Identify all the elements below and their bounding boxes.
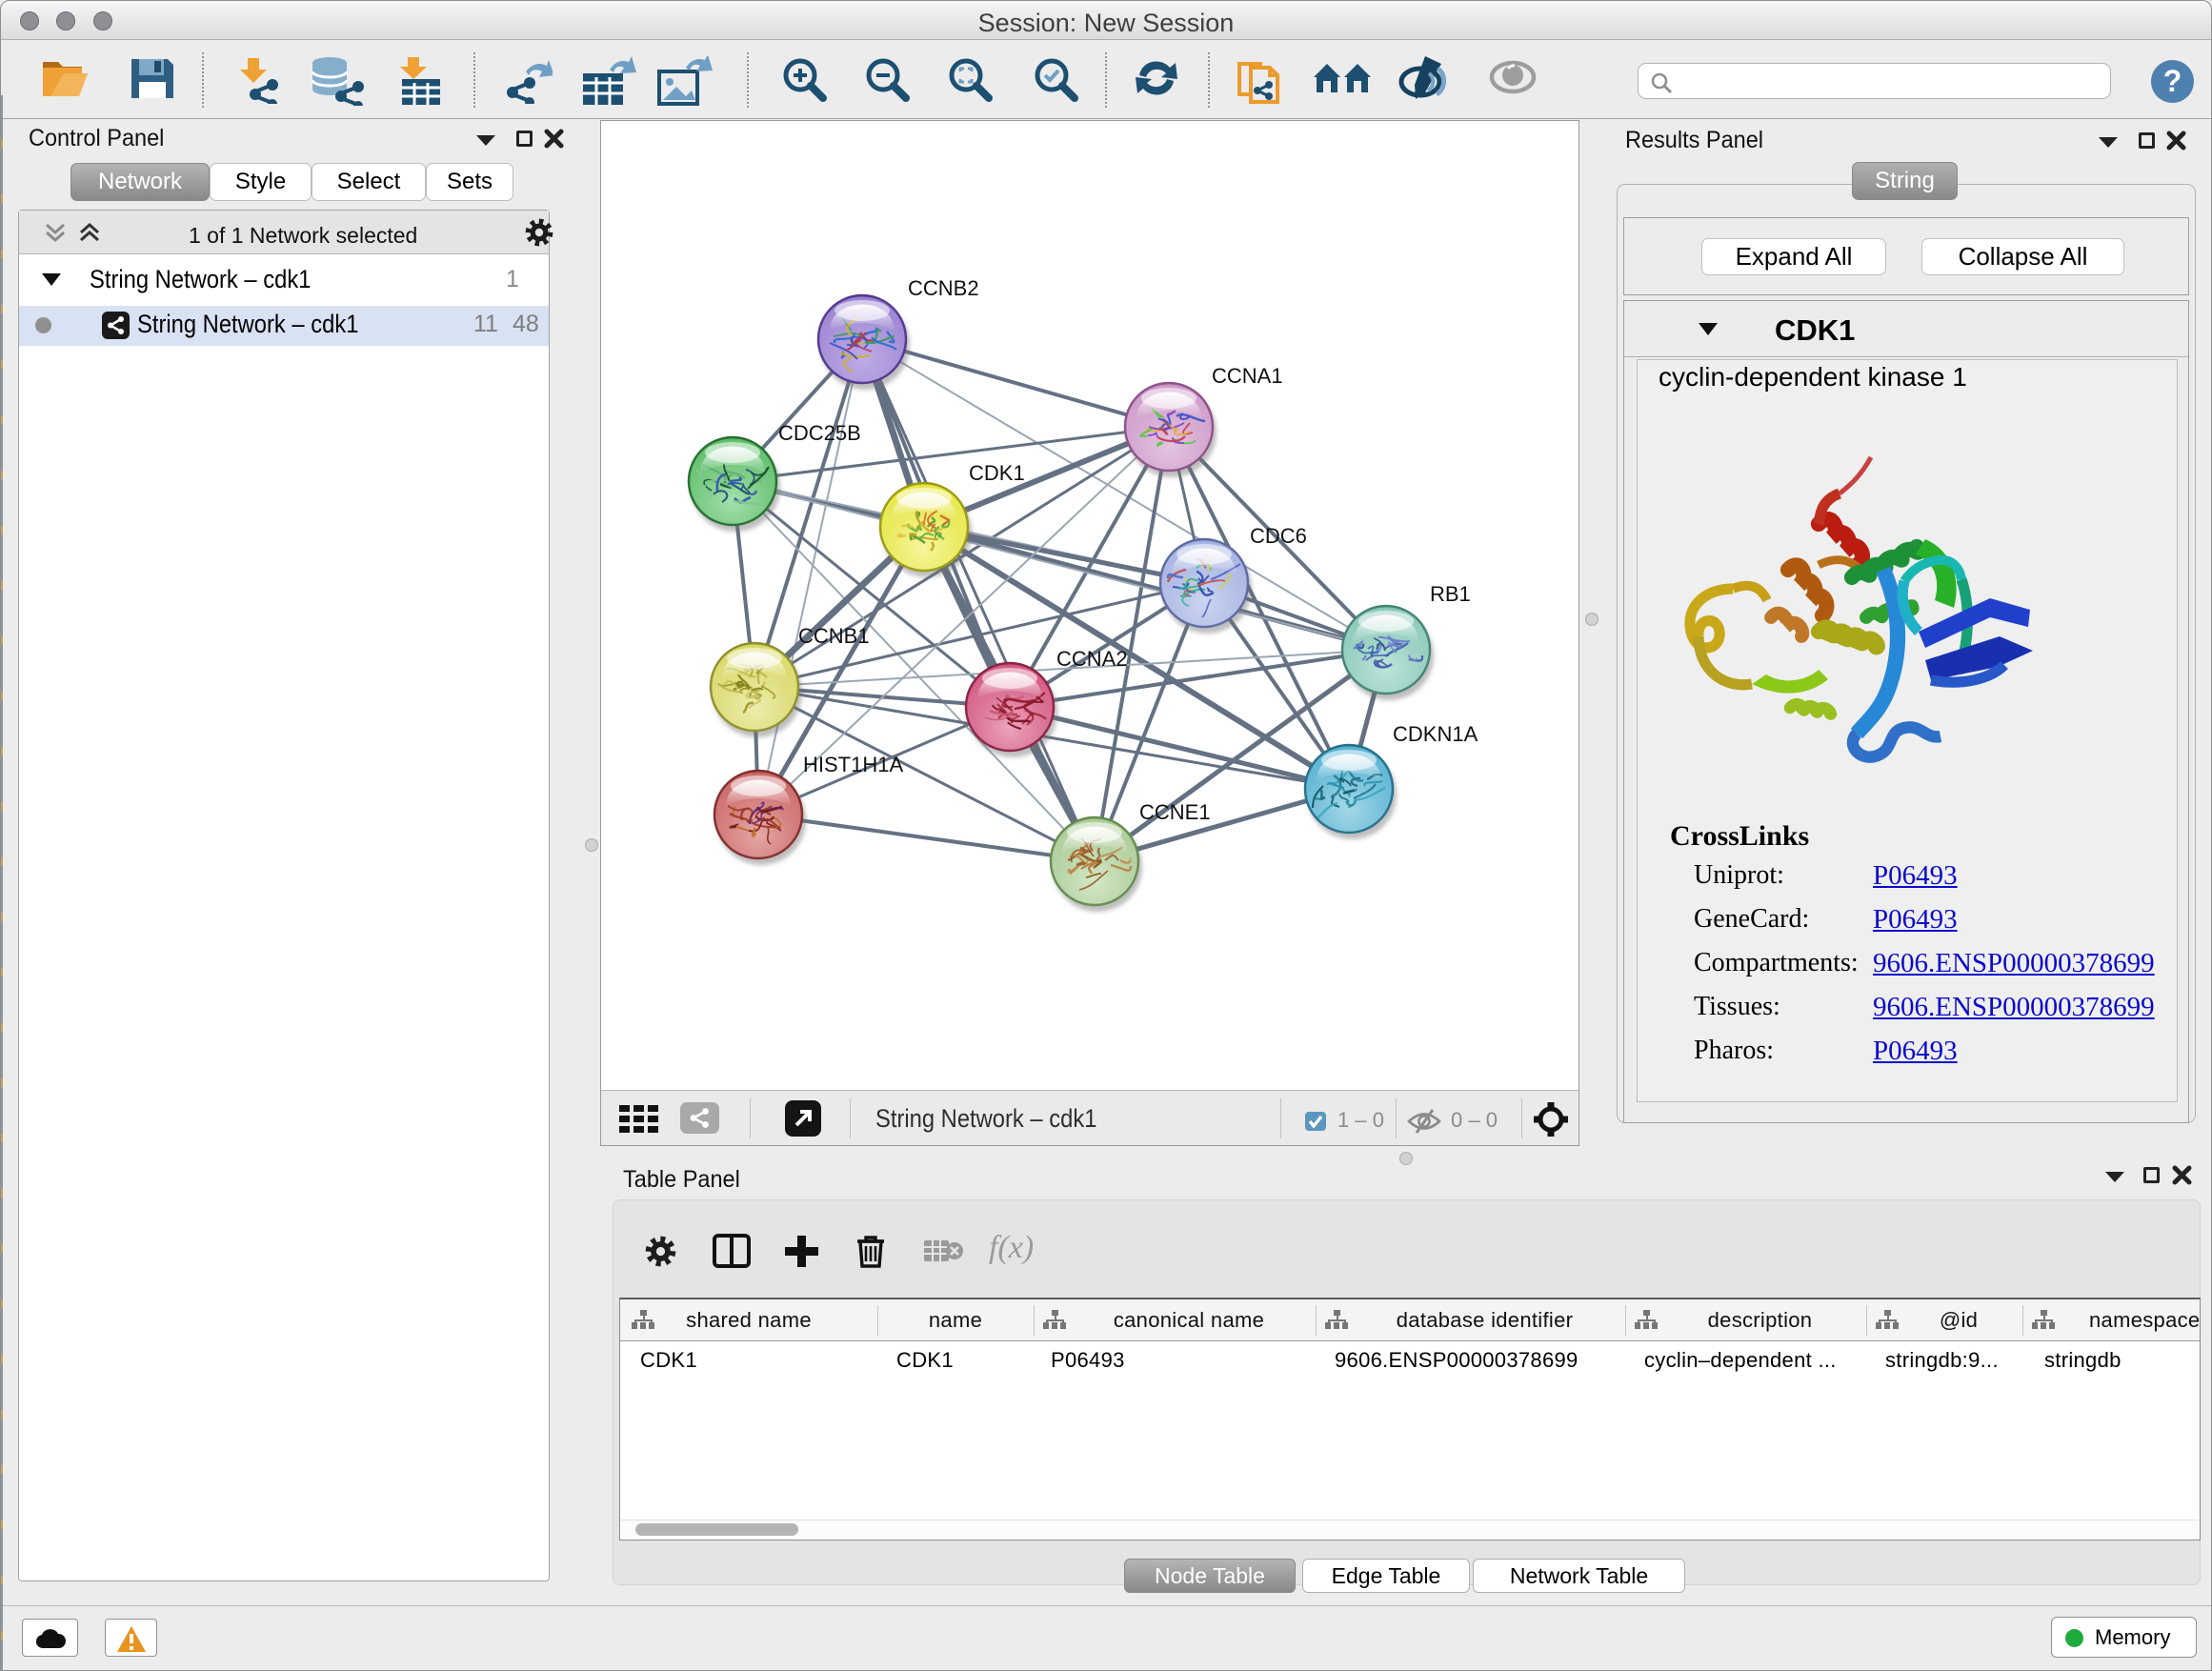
- svg-text:RB1: RB1: [1430, 582, 1471, 606]
- svg-text:CDK1: CDK1: [969, 461, 1025, 485]
- svg-text:CCNB1: CCNB1: [798, 624, 870, 648]
- svg-text:CDKN1A: CDKN1A: [1393, 722, 1478, 746]
- svg-text:CCNB2: CCNB2: [908, 276, 979, 300]
- svg-text:CCNA2: CCNA2: [1056, 647, 1128, 671]
- svg-text:CDC25B: CDC25B: [778, 421, 861, 445]
- svg-text:HIST1H1A: HIST1H1A: [803, 753, 903, 776]
- svg-text:CCNA1: CCNA1: [1212, 364, 1283, 388]
- svg-text:CCNE1: CCNE1: [1139, 800, 1211, 824]
- svg-text:CDC6: CDC6: [1250, 524, 1307, 548]
